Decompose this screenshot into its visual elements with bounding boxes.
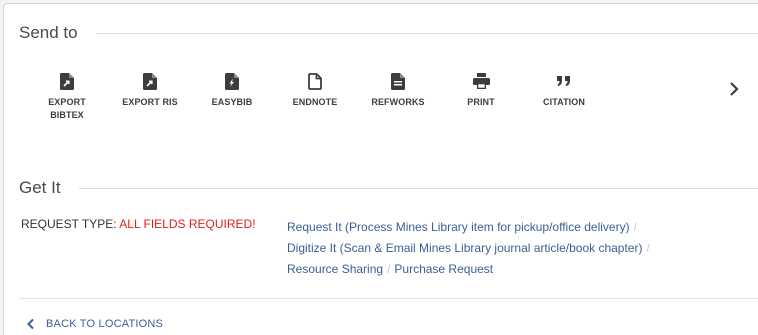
purchase-request-link[interactable]: Purchase Request <box>394 262 493 276</box>
lined-file-icon <box>389 72 407 90</box>
send-to-title: Send to <box>19 23 78 42</box>
refworks-label: REFWORKS <box>371 97 425 107</box>
resource-sharing-link[interactable]: Resource Sharing <box>287 262 383 276</box>
quote-icon <box>555 72 573 90</box>
send-to-section-header: Send to <box>19 23 758 43</box>
outline-file-icon <box>306 72 324 90</box>
chevron-right-icon[interactable] <box>726 80 742 98</box>
request-type-label: REQUEST TYPE: ALL FIELDS REQUIRED! <box>21 217 256 231</box>
refworks-button[interactable]: REFWORKS <box>363 72 433 109</box>
request-type-text: REQUEST TYPE: <box>21 217 117 231</box>
request-it-link[interactable]: Request It (Process Mines Library item f… <box>287 220 630 234</box>
link-separator: / <box>387 262 391 276</box>
get-it-section-header: Get It <box>19 178 758 198</box>
printer-icon <box>472 72 490 90</box>
send-to-actions: EXPORT BIBTEX EXPORT RIS EASYBIB ENDNOTE… <box>4 72 758 132</box>
endnote-button[interactable]: ENDNOTE <box>280 72 350 109</box>
request-options: Request It (Process Mines Library item f… <box>287 217 752 280</box>
easybib-button[interactable]: EASYBIB <box>197 72 267 109</box>
easybib-label: EASYBIB <box>211 97 253 107</box>
section-divider-line <box>78 187 758 189</box>
back-divider <box>19 298 758 299</box>
citation-button[interactable]: CITATION <box>529 72 599 109</box>
record-services-panel: Send to EXPORT BIBTEX EXPORT RIS EASYBIB… <box>3 3 758 335</box>
export-ris-label: EXPORT RIS <box>122 97 178 107</box>
back-to-locations-link[interactable]: BACK TO LOCATIONS <box>26 318 163 330</box>
get-it-title: Get It <box>19 178 61 197</box>
section-divider-line <box>95 32 758 34</box>
citation-label: CITATION <box>543 97 585 107</box>
print-button[interactable]: PRINT <box>446 72 516 109</box>
export-bibtex-label: EXPORT BIBTEX <box>48 97 86 120</box>
export-file-icon <box>58 72 76 90</box>
export-file-icon <box>141 72 159 90</box>
export-ris-button[interactable]: EXPORT RIS <box>115 72 185 109</box>
link-separator: / <box>633 220 637 234</box>
print-label: PRINT <box>467 97 495 107</box>
export-bibtex-button[interactable]: EXPORT BIBTEX <box>32 72 102 122</box>
back-to-locations-label: BACK TO LOCATIONS <box>46 318 164 330</box>
required-fields-notice: ALL FIELDS REQUIRED! <box>119 217 256 231</box>
digitize-it-link[interactable]: Digitize It (Scan & Email Mines Library … <box>287 241 642 255</box>
endnote-label: ENDNOTE <box>292 97 338 107</box>
chevron-left-icon <box>27 318 34 330</box>
easybib-file-icon <box>223 72 241 90</box>
link-separator: / <box>646 241 650 255</box>
